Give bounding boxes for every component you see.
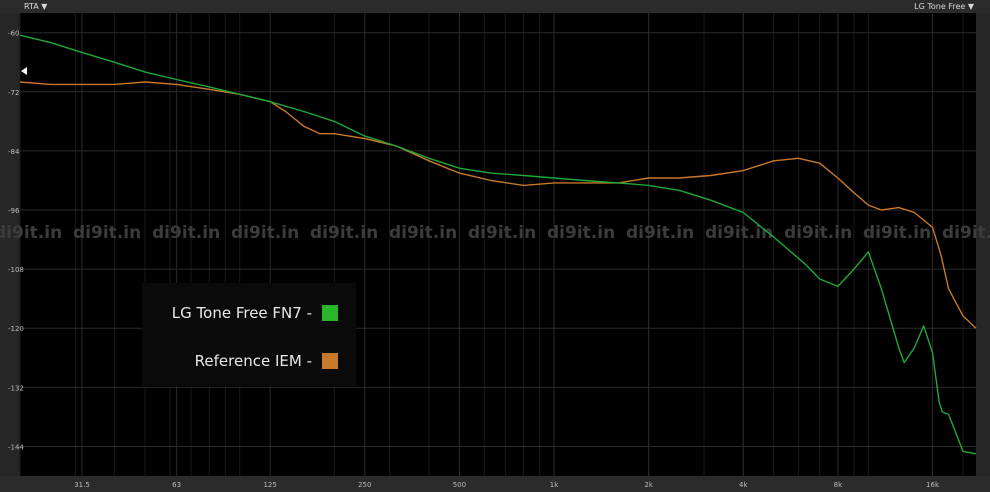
watermark-text: di9it.in — [626, 223, 694, 243]
y-tick-label: -96 — [8, 207, 20, 215]
watermark-text: di9it.in — [389, 223, 457, 243]
y-tick-label: -84 — [8, 148, 20, 156]
y-tick-label: -108 — [8, 266, 24, 274]
plot-area — [20, 13, 976, 476]
x-tick-label: 1k — [550, 481, 559, 489]
x-axis-ticks: 31.5 63 125 250 500 1k 2k 4k 8k 16k — [74, 481, 940, 489]
x-tick-label: 125 — [263, 481, 276, 489]
y-tick-label: -120 — [8, 325, 24, 333]
watermark-text: di9it.in — [73, 223, 141, 243]
legend-item-lg-tone-free: LG Tone Free FN7 - — [172, 301, 338, 325]
x-tick-label: 2k — [644, 481, 653, 489]
watermark-text: di9it.in — [152, 223, 220, 243]
legend-item-reference-iem: Reference IEM - — [195, 349, 338, 373]
legend-label: Reference IEM - — [194, 352, 312, 370]
x-tick-label: 250 — [358, 481, 371, 489]
y-tick-label: -60 — [8, 30, 19, 38]
rta-plot: di9it.in di9it.in di9it.in di9it.in di9it.in… — [0, 13, 990, 489]
legend-label: LG Tone Free FN7 - — [171, 304, 312, 322]
watermark-text: di9it.in — [468, 223, 536, 243]
y-tick-label: -72 — [8, 89, 19, 97]
watermark-text: di9it.in — [942, 223, 990, 243]
x-tick-label: 4k — [739, 481, 748, 489]
watermark-text: di9it.in — [547, 223, 615, 243]
watermark-text: di9it.in — [784, 223, 852, 243]
x-tick-label: 63 — [172, 481, 181, 489]
legend-box: LG Tone Free FN7 - Reference IEM - — [142, 283, 356, 386]
watermark-text: di9it.in — [231, 223, 299, 243]
y-tick-label: -132 — [8, 384, 24, 392]
x-tick-label: 16k — [926, 481, 940, 489]
watermark-text: di9it.in — [863, 223, 931, 243]
legend-swatch-green — [322, 305, 338, 321]
x-tick-label: 500 — [453, 481, 466, 489]
y-tick-label: -144 — [8, 443, 24, 451]
x-tick-label: 8k — [834, 481, 843, 489]
watermark-text: di9it.in — [0, 223, 62, 243]
watermark-text: di9it.in — [310, 223, 378, 243]
x-tick-label: 31.5 — [74, 481, 90, 489]
watermark-text: di9it.in — [705, 223, 773, 243]
legend-swatch-orange — [322, 353, 338, 369]
